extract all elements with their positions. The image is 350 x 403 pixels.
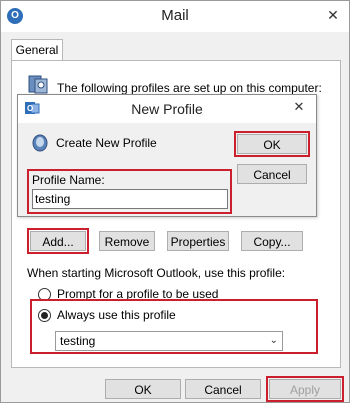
new-profile-title: New Profile (131, 101, 203, 117)
add-profile-button[interactable]: Add... (27, 228, 89, 254)
startup-profile-label: When starting Microsoft Outlook, use thi… (27, 266, 286, 280)
new-profile-icon (32, 134, 48, 152)
new-profile-titlebar: O New Profile ✕ (18, 95, 316, 123)
properties-button[interactable]: Properties (167, 231, 229, 251)
close-icon[interactable]: ✕ (323, 5, 343, 25)
always-profile-value: testing (60, 334, 96, 348)
radio-always-row[interactable]: Always use this profile (38, 308, 176, 322)
always-profile-select[interactable]: testing ⌄ (55, 331, 283, 351)
tab-general[interactable]: General (11, 39, 63, 61)
mail-window: O Mail ✕ General The following profiles … (0, 0, 350, 403)
copy-profile-button[interactable]: Copy... (241, 231, 303, 251)
radio-always[interactable] (38, 308, 51, 322)
window-title: Mail (161, 7, 189, 24)
profile-name-label: Profile Name: (32, 173, 105, 187)
profiles-description: The following profiles are set up on thi… (57, 81, 322, 95)
footer-apply-button[interactable]: Apply (266, 376, 344, 402)
dialog-ok-button[interactable]: OK (234, 131, 310, 157)
chevron-down-icon: ⌄ (269, 335, 278, 346)
profile-name-group: Profile Name: testing (27, 169, 232, 214)
create-new-profile-label: Create New Profile (56, 136, 157, 150)
footer-ok-button[interactable]: OK (105, 379, 181, 399)
new-profile-close-icon[interactable]: ✕ (290, 98, 308, 116)
profile-name-input[interactable]: testing (32, 189, 228, 209)
mail-titlebar: O Mail ✕ (1, 1, 349, 32)
profiles-icon (28, 75, 48, 94)
new-profile-dialog: O New Profile ✕ Create New Profile OK Ca… (17, 94, 317, 217)
radio-always-label: Always use this profile (57, 308, 176, 322)
remove-profile-button[interactable]: Remove (99, 231, 155, 251)
dialog-cancel-button[interactable]: Cancel (237, 164, 307, 184)
footer-cancel-button[interactable]: Cancel (185, 379, 261, 399)
